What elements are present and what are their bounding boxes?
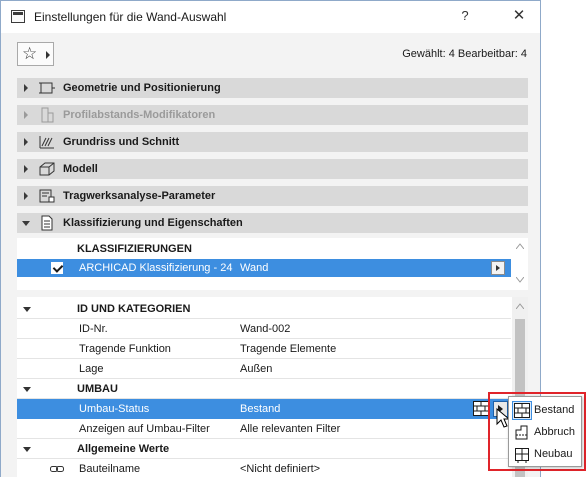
profile-modifier-icon — [41, 107, 54, 123]
property-value: Tragende Elemente — [240, 343, 337, 355]
property-value: Außen — [240, 363, 273, 375]
property-label: Anzeigen auf Umbau-Filter — [79, 423, 210, 435]
collapse-arrow-icon — [22, 221, 30, 226]
group-title: Allgemeine Werte — [77, 443, 170, 455]
panel-label: Geometrie und Positionierung — [63, 82, 221, 94]
property-value: Wand-002 — [240, 323, 291, 335]
panel-label: Modell — [63, 163, 98, 175]
renovation-status-popup: Bestand Abbruch Neubau — [508, 396, 582, 467]
title-bar[interactable]: Einstellungen für die Wand-Auswahl ? ✕ — [1, 1, 540, 33]
property-value: Alle relevanten Filter — [240, 423, 341, 435]
brick-wall-icon — [512, 401, 532, 420]
property-row[interactable]: Lage Außen — [17, 359, 511, 379]
properties-list: ID UND KATEGORIEN ID-Nr. Wand-002 Tragen… — [17, 297, 528, 477]
property-row[interactable]: Tragende Funktion Tragende Elemente — [17, 339, 511, 359]
expand-arrow-icon — [24, 84, 28, 92]
group-header-general-values[interactable]: Allgemeine Werte — [17, 439, 511, 459]
panel-label: Klassifizierung und Eigenschaften — [63, 217, 243, 229]
panel-profile-modifiers[interactable]: Profilabstands-Modifikatoren — [17, 105, 528, 125]
group-title: UMBAU — [77, 383, 118, 395]
panel-label: Tragwerksanalyse-Parameter — [63, 190, 216, 202]
panel-classification-properties[interactable]: Klassifizierung und Eigenschaften — [17, 213, 528, 233]
classification-icon — [41, 215, 53, 231]
popup-item-label: Neubau — [534, 448, 573, 460]
scroll-down-icon[interactable] — [516, 277, 524, 283]
property-label: Bauteilname — [79, 463, 141, 475]
floorplan-section-icon — [39, 136, 54, 149]
favorites-button[interactable]: ☆ — [17, 42, 54, 66]
property-label: Umbau-Status — [79, 403, 150, 415]
property-row[interactable]: Bauteilname <Nicht definiert> — [17, 459, 511, 477]
panel-floorplan-section[interactable]: Grundriss und Schnitt — [17, 132, 528, 152]
model-icon — [39, 162, 55, 176]
structural-analysis-icon — [39, 189, 55, 203]
window-title: Einstellungen für die Wand-Auswahl — [34, 10, 227, 24]
popup-item-new[interactable]: Neubau — [509, 443, 581, 465]
classification-picker-button[interactable] — [491, 261, 505, 275]
expand-arrow-icon — [24, 138, 28, 146]
geometry-icon — [39, 82, 55, 94]
selection-count: Gewählt: 4 Bearbeitbar: 4 — [402, 48, 527, 60]
expand-arrow-icon — [24, 111, 28, 119]
classification-list: KLASSIFIZIERUNGEN ARCHICAD Klassifizieru… — [17, 238, 528, 290]
property-value: Bestand — [240, 403, 281, 415]
group-header-id-categories[interactable]: ID UND KATEGORIEN — [17, 299, 511, 319]
classification-value: Wand — [240, 262, 269, 274]
popup-item-demolish[interactable]: Abbruch — [509, 421, 581, 443]
popup-item-label: Bestand — [534, 404, 575, 416]
help-button[interactable]: ? — [457, 8, 473, 24]
expand-arrow-icon — [24, 165, 28, 173]
demolish-icon — [515, 425, 528, 440]
settings-dialog: Einstellungen für die Wand-Auswahl ? ✕ ☆… — [0, 0, 541, 477]
expand-arrow-icon — [24, 192, 28, 200]
classification-row[interactable]: ARCHICAD Klassifizierung - 24 Wand — [17, 259, 511, 277]
property-value: <Nicht definiert> — [240, 463, 321, 475]
window-icon — [11, 10, 25, 23]
group-title: ID UND KATEGORIEN — [77, 303, 191, 315]
property-row-renovation-status[interactable]: Umbau-Status Bestand — [17, 399, 511, 419]
link-icon — [50, 466, 64, 472]
property-row[interactable]: Anzeigen auf Umbau-Filter Alle relevante… — [17, 419, 511, 439]
scroll-up-icon[interactable] — [516, 243, 524, 249]
collapse-arrow-icon — [23, 387, 31, 392]
classification-checkbox[interactable] — [51, 262, 63, 274]
property-label: Tragende Funktion — [79, 343, 171, 355]
classification-scrollbar[interactable] — [512, 238, 528, 290]
panel-label: Profilabstands-Modifikatoren — [63, 109, 216, 121]
popup-item-existing[interactable]: Bestand — [509, 399, 581, 421]
popup-item-label: Abbruch — [534, 426, 575, 438]
panel-model[interactable]: Modell — [17, 159, 528, 179]
close-button[interactable]: ✕ — [509, 6, 529, 26]
collapse-arrow-icon — [23, 447, 31, 452]
classification-header: KLASSIFIZIERUNGEN — [77, 243, 192, 255]
panel-structural-analysis[interactable]: Tragwerksanalyse-Parameter — [17, 186, 528, 206]
collapse-arrow-icon — [23, 307, 31, 312]
group-header-renovation[interactable]: UMBAU — [17, 379, 511, 399]
chevron-right-icon — [46, 51, 50, 59]
new-construction-icon — [515, 448, 529, 463]
property-label: ID-Nr. — [79, 323, 108, 335]
panel-label: Grundriss und Schnitt — [63, 136, 180, 148]
property-label: Lage — [79, 363, 104, 375]
panel-geometry[interactable]: Geometrie und Positionierung — [17, 78, 528, 98]
property-row[interactable]: ID-Nr. Wand-002 — [17, 319, 511, 339]
star-icon: ☆ — [22, 44, 38, 63]
classification-system-name: ARCHICAD Klassifizierung - 24 — [79, 262, 233, 274]
scroll-up-icon[interactable] — [516, 303, 524, 309]
